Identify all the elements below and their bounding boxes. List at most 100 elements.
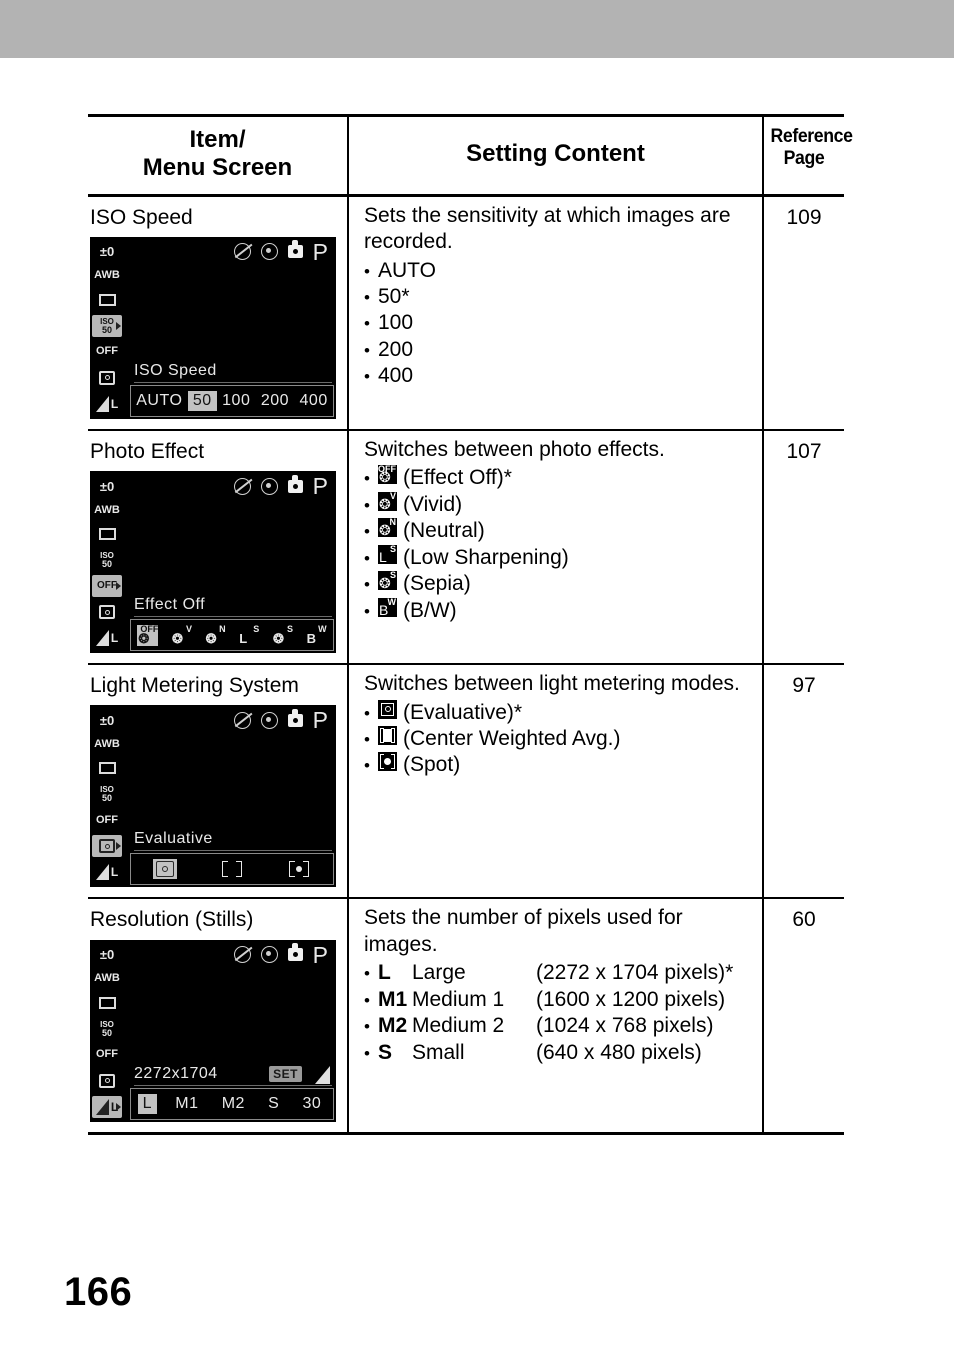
- setting-description: Sets the number of pixels used for image…: [364, 906, 683, 956]
- red-eye-icon: [260, 477, 278, 495]
- image-quality-icon: L: [92, 1095, 122, 1118]
- table-row: Light Metering System ±0 AWB ISO 50 OFF L: [88, 664, 844, 900]
- metering-icon: [92, 367, 122, 389]
- list-item: • 200: [364, 337, 756, 363]
- bullet-icon: •: [364, 1043, 370, 1063]
- lcd-divider: [134, 1084, 332, 1086]
- lcd-divider: [134, 850, 332, 852]
- lcd-menu-label: Effect Off: [134, 596, 206, 614]
- row-reference-cell: 97: [763, 664, 844, 900]
- drive-mode-icon: [92, 757, 122, 779]
- exposure-compensation-icon: ±0: [99, 947, 115, 963]
- low-sharpening-icon: SL: [378, 544, 397, 564]
- lcd-remaining-shots: 30: [302, 1094, 322, 1112]
- lcd-effect-sepia[interactable]: S ❂: [272, 624, 293, 646]
- lcd-divider: [134, 616, 332, 618]
- list-item: • S ❂ (Sepia): [364, 571, 756, 597]
- flash-off-icon: [233, 477, 251, 495]
- setting-description: Sets the sensitivity at which images are…: [364, 203, 731, 254]
- lcd-status-icons: P: [233, 474, 328, 498]
- metering-icon: [92, 1070, 122, 1092]
- lcd-option-200[interactable]: 200: [256, 391, 294, 411]
- lcd-sidebar: ±0 AWB ISO 50 OFF L: [90, 940, 126, 1122]
- drive-mode-icon: [92, 523, 122, 545]
- option-label: (Effect Off)*: [403, 466, 512, 490]
- lcd-option-100[interactable]: 100: [217, 391, 255, 411]
- row-setting-cell: Switches between photo effects. • OFF ❂ (Ef…: [348, 429, 764, 666]
- bullet-icon: •: [364, 314, 370, 334]
- table-header-row: Item/ Menu Screen Setting Content Refere…: [88, 114, 853, 197]
- red-eye-icon: [260, 946, 278, 964]
- lcd-metering-center-weighted[interactable]: [220, 859, 244, 879]
- lcd-option-auto[interactable]: AUTO: [131, 391, 187, 411]
- lcd-resolution-s[interactable]: S: [263, 1094, 284, 1114]
- resolution-pixels: (1024 x 768 pixels): [536, 1014, 714, 1038]
- lcd-effect-neutral[interactable]: N ❂: [205, 624, 226, 646]
- lcd-effect-bw[interactable]: WB: [306, 624, 327, 646]
- row-item-cell: Resolution (Stills) ±0 AWB ISO50 OFF L: [88, 898, 349, 1135]
- lcd-metering-spot[interactable]: [287, 859, 311, 879]
- lcd-metering-evaluative[interactable]: [152, 859, 177, 880]
- photo-effect-icon: OFF: [92, 575, 122, 598]
- option-label: (Spot): [403, 753, 461, 777]
- resolution-code: M1: [378, 987, 408, 1011]
- lcd-screen-photo-effect: ±0 AWB ISO 50 OFF L P Effect Off OFF ❂ V…: [90, 471, 336, 654]
- reference-page-number: 107: [786, 439, 822, 463]
- lcd-effect-vivid[interactable]: V ❂: [171, 624, 192, 646]
- lcd-option-bar: [130, 853, 334, 886]
- bullet-icon: •: [364, 756, 370, 776]
- exposure-compensation-icon: ±0: [99, 478, 115, 494]
- macro-icon: [287, 240, 303, 259]
- iso-speed-icon: ISO 50: [100, 785, 114, 804]
- resolution-name: Medium 2: [412, 1014, 505, 1038]
- option-label: 400: [378, 364, 414, 388]
- evaluative-metering-icon: [378, 699, 397, 719]
- bullet-icon: •: [364, 287, 370, 307]
- white-balance-icon: AWB: [94, 269, 120, 282]
- option-list: • AUTO • 50* • 100 • 200 • 400: [364, 258, 756, 390]
- list-item: • M1 Medium 1 (1600 x 1200 pixels): [364, 987, 756, 1013]
- lcd-effect-off[interactable]: OFF ❂: [137, 624, 159, 646]
- item-title: ISO Speed: [90, 205, 193, 229]
- lcd-effect-low-sharpening[interactable]: SL: [238, 624, 259, 646]
- list-item: • S Small (640 x 480 pixels): [364, 1040, 756, 1066]
- lcd-resolution-m2[interactable]: M2: [217, 1094, 250, 1114]
- macro-icon: [287, 943, 303, 962]
- lcd-screen-light-metering: ±0 AWB ISO 50 OFF L P Evaluative: [90, 705, 336, 888]
- lcd-sidebar: ±0 AWB ISO 50 OFF L: [90, 237, 126, 419]
- table-row: ISO Speed ±0 AWB ISO 50 OFF L P ISO Spee…: [88, 195, 844, 431]
- list-item: • L Large (2272 x 1704 pixels)*: [364, 960, 756, 986]
- reference-page-number: 97: [792, 674, 816, 698]
- lcd-option-50[interactable]: 50: [187, 390, 217, 411]
- list-item: • (Spot): [364, 752, 756, 778]
- image-quality-mark-icon: [315, 1065, 330, 1084]
- list-item: • 400: [364, 363, 756, 389]
- lcd-option-bar: AUTO 50 100 200 400: [130, 384, 334, 417]
- manual-page: Item/ Menu Screen Setting Content Refere…: [0, 58, 954, 1345]
- shooting-mode-p: P: [312, 941, 328, 968]
- selection-arrow-icon: [116, 842, 121, 851]
- lcd-resolution-l[interactable]: L: [137, 1093, 158, 1114]
- shooting-mode-p: P: [312, 238, 328, 265]
- option-label: (Evaluative)*: [403, 700, 523, 724]
- list-item: • (Evaluative)*: [364, 699, 756, 726]
- macro-icon: [287, 474, 303, 493]
- image-quality-icon: L: [92, 861, 122, 883]
- option-list: • L Large (2272 x 1704 pixels)* • M1 Medium 1…: [364, 960, 756, 1066]
- white-balance-icon: AWB: [94, 737, 120, 750]
- list-item: • 100: [364, 310, 756, 336]
- option-label: (B/W): [403, 598, 457, 622]
- lcd-resolution-m1[interactable]: M1: [170, 1094, 203, 1114]
- lcd-option-400[interactable]: 400: [295, 391, 333, 411]
- lcd-divider: [134, 381, 332, 383]
- iso-speed-icon: ISO 50: [92, 314, 122, 337]
- bullet-icon: •: [364, 495, 370, 515]
- shooting-mode-p: P: [312, 707, 328, 734]
- table-row: Photo Effect ±0 AWB ISO 50 OFF L P Effec…: [88, 429, 844, 666]
- resolution-pixels: (1600 x 1200 pixels): [536, 987, 726, 1011]
- drive-mode-icon: [92, 289, 122, 311]
- selection-arrow-icon: [116, 1102, 121, 1111]
- option-label: (Sepia): [403, 572, 471, 596]
- selection-arrow-icon: [116, 582, 121, 591]
- page-number: 166: [64, 1270, 133, 1314]
